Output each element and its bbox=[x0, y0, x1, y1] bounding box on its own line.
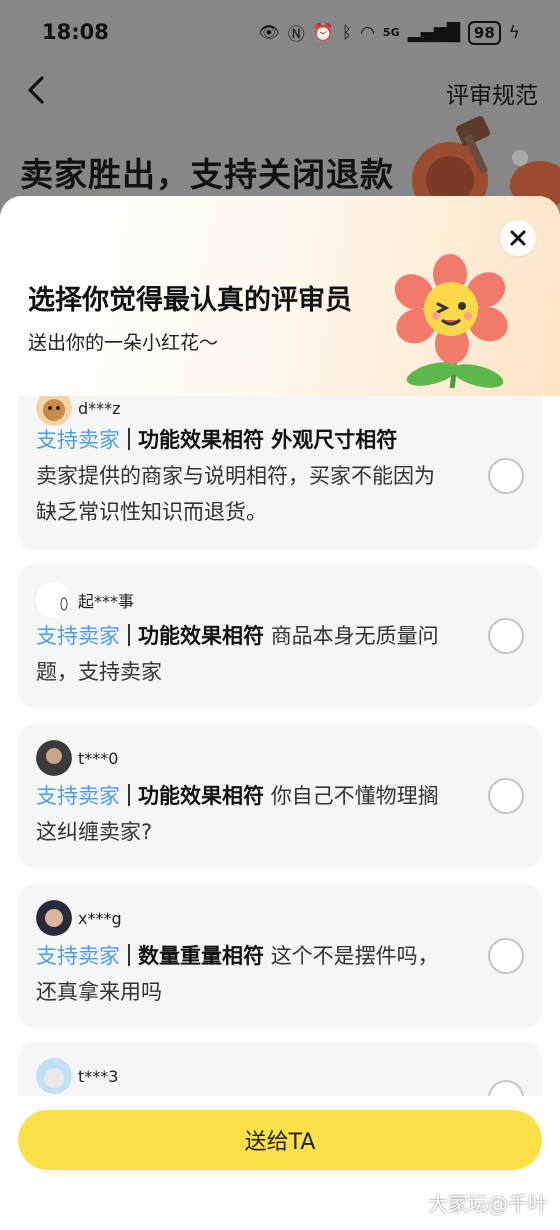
support-label: 支持卖家 bbox=[36, 428, 120, 452]
avatar bbox=[36, 740, 72, 776]
back-arrow-icon[interactable] bbox=[24, 72, 52, 108]
status-time: 18:08 bbox=[42, 20, 109, 44]
match-tags: 功能效果相符 bbox=[138, 784, 264, 808]
eye-icon: 👁 bbox=[258, 22, 280, 43]
alarm-icon: ⏰ bbox=[312, 22, 334, 43]
bluetooth-icon: ᛒ bbox=[341, 22, 353, 43]
reviewer-info: t***3 bbox=[36, 1058, 118, 1094]
divider bbox=[128, 784, 130, 806]
reviewer-list[interactable]: d***z 支持卖家 功能效果相符 外观尺寸相符 卖家提供的商家与说明相符，买家不能… bbox=[0, 396, 560, 1096]
review-card[interactable]: d***z 支持卖家 功能效果相符 外观尺寸相符卖家提供的商家与说明相符，买家不能… bbox=[18, 396, 542, 550]
review-text: 支持卖家 功能效果相符 商品本身无质量问题，支持卖家 bbox=[36, 618, 454, 690]
review-card[interactable]: 起***事 支持卖家 功能效果相符 商品本身无质量问题，支持卖家 bbox=[18, 564, 542, 708]
status-bar: 18:08 👁 Ⓝ ⏰ ᛒ ◠ 5G ▂▄▆█ 98 ϟ bbox=[0, 0, 560, 64]
reviewer-info: 起***事 bbox=[36, 582, 134, 618]
battery-indicator: 98 bbox=[467, 20, 501, 45]
gavel-illustration bbox=[412, 116, 560, 210]
reviewer-name: t***0 bbox=[78, 748, 119, 768]
support-label: 支持卖家 bbox=[36, 784, 120, 808]
reviewer-selection-sheet: 选择你觉得最认真的评审员 送出你的一朵小红花～ d***z 支持卖家 功能效果相… bbox=[0, 196, 560, 1230]
avatar bbox=[36, 582, 72, 618]
review-comment: 卖家提供的商家与说明相符，买家不能因为缺乏常识性知识而退货。 bbox=[36, 464, 435, 524]
select-radio[interactable] bbox=[488, 1080, 524, 1096]
reviewer-info: t***0 bbox=[36, 740, 118, 776]
review-text: 支持卖家 数量重量相符 这个不是摆件吗，还真拿来用吗 bbox=[36, 938, 454, 1010]
match-tags: 功能效果相符 外观尺寸相符 bbox=[138, 428, 398, 452]
select-radio[interactable] bbox=[488, 618, 524, 654]
support-label: 支持卖家 bbox=[36, 624, 120, 648]
wifi-icon: ◠ bbox=[360, 22, 375, 43]
network-label: 5G bbox=[382, 26, 400, 39]
reviewer-name: 起***事 bbox=[78, 592, 135, 611]
sheet-subtitle: 送出你的一朵小红花～ bbox=[28, 332, 219, 354]
sheet-header: 选择你觉得最认真的评审员 送出你的一朵小红花～ bbox=[0, 196, 560, 396]
flower-mascot-illustration bbox=[394, 254, 508, 389]
watermark: 大家坛@千叶 bbox=[428, 1192, 548, 1216]
divider bbox=[128, 624, 130, 646]
match-tags: 功能效果相符 bbox=[138, 624, 264, 648]
status-icons: 👁 Ⓝ ⏰ ᛒ ◠ 5G ▂▄▆█ 98 ϟ bbox=[258, 20, 520, 45]
review-card[interactable]: t***3 bbox=[18, 1042, 542, 1096]
reviewer-name: d***z bbox=[78, 398, 121, 418]
avatar bbox=[36, 1058, 72, 1094]
close-icon bbox=[510, 230, 526, 246]
send-flower-button[interactable]: 送给TA bbox=[18, 1110, 542, 1170]
verdict-title: 卖家胜出，支持关闭退款 bbox=[20, 155, 394, 194]
charging-icon: ϟ bbox=[508, 22, 520, 43]
support-label: 支持卖家 bbox=[36, 944, 120, 968]
reviewer-name: t***3 bbox=[78, 1066, 119, 1086]
reviewer-name: x***g bbox=[78, 908, 122, 928]
nfc-icon: Ⓝ bbox=[287, 25, 305, 45]
review-card[interactable]: x***g 支持卖家 数量重量相符 这个不是摆件吗，还真拿来用吗 bbox=[18, 884, 542, 1028]
review-text: 支持卖家 功能效果相符 你自己不懂物理搁这纠缠卖家? bbox=[36, 778, 454, 850]
select-radio[interactable] bbox=[488, 458, 524, 494]
signal-icon: ▂▄▆█ bbox=[407, 22, 460, 43]
reviewer-info: x***g bbox=[36, 900, 122, 936]
review-card[interactable]: t***0 支持卖家 功能效果相符 你自己不懂物理搁这纠缠卖家? bbox=[18, 724, 542, 868]
select-radio[interactable] bbox=[488, 778, 524, 814]
close-button[interactable] bbox=[500, 220, 536, 256]
review-text: 支持卖家 功能效果相符 外观尺寸相符卖家提供的商家与说明相符，买家不能因为缺乏常识… bbox=[36, 422, 454, 530]
divider bbox=[128, 944, 130, 966]
sheet-title: 选择你觉得最认真的评审员 bbox=[28, 285, 352, 316]
match-tags: 数量重量相符 bbox=[138, 944, 264, 968]
avatar bbox=[36, 900, 72, 936]
divider bbox=[128, 428, 130, 450]
select-radio[interactable] bbox=[488, 938, 524, 974]
